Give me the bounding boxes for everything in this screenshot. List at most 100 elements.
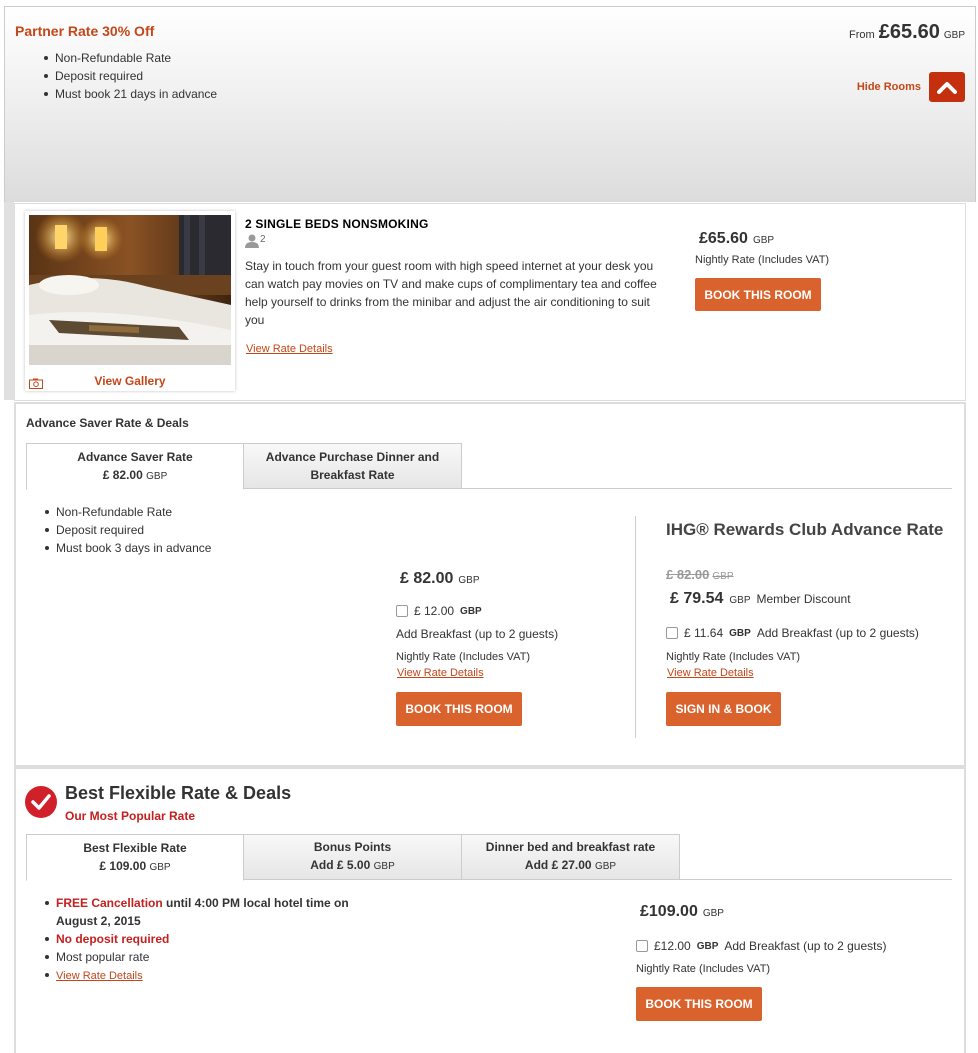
tab-label: Dinner bed and breakfast rate: [485, 840, 656, 854]
partner-rate-title: Partner Rate 30% Off: [15, 23, 155, 39]
currency-label: GBP: [696, 940, 719, 952]
list-item: Deposit required: [39, 67, 217, 85]
view-rate-details-link[interactable]: View Rate Details: [397, 667, 484, 679]
occupancy-count: 2: [260, 234, 266, 245]
breakfast-option: £12.00 GBP Add Breakfast (up to 2 guests…: [636, 939, 886, 953]
partner-rate-bullets: Non-Refundable Rate Deposit required Mus…: [39, 49, 217, 103]
rate-tabs: Best Flexible Rate £ 109.00 GBP Bonus Po…: [26, 834, 952, 881]
divider: [635, 516, 636, 738]
room-title: 2 SINGLE BEDS NONSMOKING: [245, 217, 429, 231]
nightly-rate-note: Nightly Rate (Includes VAT): [666, 651, 801, 663]
view-rate-details-link[interactable]: View Rate Details: [246, 343, 333, 355]
breakfast-checkbox[interactable]: [666, 627, 678, 639]
section-title: Advance Saver Rate & Deals: [26, 416, 189, 430]
panel-edge: [4, 202, 14, 400]
breakfast-label: Add Breakfast (up to 2 guests): [396, 627, 559, 641]
tab-label: Bonus Points: [313, 840, 392, 854]
list-item: Must book 3 days in advance: [40, 539, 211, 557]
person-icon: [245, 234, 259, 248]
currency-label: GBP: [752, 235, 775, 246]
breakfast-label: Add Breakfast (up to 2 guests): [724, 939, 887, 953]
advance-price: £ 82.00 GBP: [400, 570, 480, 588]
free-cancellation: FREE Cancellation: [56, 896, 163, 910]
tab-label: Advance Purchase Dinner and Breakfast Ra…: [265, 450, 440, 482]
tab-label: Advance Saver Rate: [77, 449, 193, 464]
room-description: Stay in touch from your guest room with …: [245, 259, 657, 327]
tab-label: Best Flexible Rate: [83, 840, 187, 855]
tab-price: £ 109.00 GBP: [99, 858, 171, 873]
tab-advance-purchase-dinner[interactable]: Advance Purchase Dinner and Breakfast Ra…: [243, 443, 462, 489]
breakfast-checkbox[interactable]: [396, 605, 408, 617]
check-badge: [25, 786, 57, 818]
member-price: £ 79.54 GBP Member Discount: [670, 590, 851, 608]
no-deposit: No deposit required: [56, 932, 170, 946]
tab-price: Add £ 5.00 GBP: [310, 858, 395, 872]
currency-label: GBP: [943, 30, 965, 41]
list-item: Deposit required: [40, 521, 211, 539]
breakfast-price: £12.00: [654, 939, 691, 953]
section-title: Best Flexible Rate & Deals: [65, 783, 292, 803]
from-label: From: [849, 29, 875, 41]
list-item: View Rate Details: [40, 966, 360, 985]
chevron-up-icon: [937, 82, 957, 94]
ihg-rate-title: IHG® Rewards Club Advance Rate: [666, 520, 944, 539]
tab-best-flexible[interactable]: Best Flexible Rate £ 109.00 GBP: [26, 834, 244, 881]
list-item: Most popular rate: [40, 948, 360, 966]
nightly-rate-note: Nightly Rate (Includes VAT): [396, 651, 531, 663]
partner-rate-panel: Partner Rate 30% Off Non-Refundable Rate…: [4, 6, 976, 202]
breakfast-price: £ 11.64: [684, 626, 724, 640]
breakfast-option: £ 12.00 GBP: [396, 604, 482, 618]
breakfast-option: £ 11.64 GBP Add Breakfast (up to 2 guest…: [666, 626, 919, 640]
sign-in-book-button[interactable]: SIGN IN & BOOK: [666, 692, 781, 726]
view-rate-details-link[interactable]: View Rate Details: [667, 667, 754, 679]
price-amount: £ 82.00: [400, 570, 454, 587]
list-item: Must book 21 days in advance: [39, 85, 217, 103]
currency-label: GBP: [729, 595, 751, 606]
list-item: No deposit required: [40, 930, 360, 948]
tab-price: Add £ 27.00 GBP: [524, 858, 617, 872]
hide-rooms-button[interactable]: [929, 72, 965, 102]
rate-tabs: Advance Saver Rate £ 82.00 GBP Advance P…: [26, 443, 952, 490]
hide-rooms-toggle[interactable]: Hide Rooms: [857, 72, 965, 102]
room-photo[interactable]: [29, 215, 231, 365]
hide-rooms-label[interactable]: Hide Rooms: [857, 81, 921, 93]
tab-bonus-points[interactable]: Bonus Points Add £ 5.00 GBP: [243, 834, 462, 880]
camera-icon: [29, 378, 43, 389]
book-room-button[interactable]: BOOK THIS ROOM: [636, 987, 762, 1021]
price-amount: £65.60: [699, 230, 748, 247]
currency-label: GBP: [458, 575, 480, 586]
view-gallery-link[interactable]: View Gallery: [25, 374, 235, 389]
nightly-rate-note: Nightly Rate (Includes VAT): [636, 963, 771, 975]
breakfast-price: £ 12.00: [414, 604, 455, 618]
room-price: £65.60 GBP: [699, 230, 774, 248]
from-price: From £65.60 GBP: [849, 21, 965, 44]
tab-dinner-bed-breakfast[interactable]: Dinner bed and breakfast rate Add £ 27.0…: [461, 834, 680, 880]
price-amount: £ 79.54: [670, 590, 724, 607]
currency-label: GBP: [702, 908, 724, 919]
book-room-button[interactable]: BOOK THIS ROOM: [396, 692, 522, 726]
book-room-button[interactable]: BOOK THIS ROOM: [695, 278, 821, 311]
advance-rate-bullets: Non-Refundable Rate Deposit required Mus…: [40, 503, 211, 557]
checkmark-icon: [31, 794, 51, 810]
currency-label: GBP: [729, 627, 751, 639]
room-thumbnail[interactable]: View Gallery: [25, 211, 235, 391]
from-amount: £65.60: [878, 21, 940, 43]
flexible-rate-bullets: FREE Cancellation until 4:00 PM local ho…: [40, 894, 360, 985]
currency-label: GBP: [460, 605, 482, 617]
list-item: Non-Refundable Rate: [39, 49, 217, 67]
member-discount-label: Member Discount: [756, 592, 851, 606]
breakfast-label: Add Breakfast (up to 2 guests): [756, 626, 919, 640]
tab-advance-saver[interactable]: Advance Saver Rate £ 82.00 GBP: [26, 443, 244, 490]
price-amount: £109.00: [640, 903, 698, 920]
section-subtitle: Our Most Popular Rate: [65, 809, 196, 823]
tab-price: £ 82.00 GBP: [102, 467, 168, 482]
occupancy: 2: [245, 234, 266, 248]
nightly-rate-note: Nightly Rate (Includes VAT): [695, 254, 830, 266]
advance-saver-section: Advance Saver Rate & Deals Advance Saver…: [14, 402, 966, 767]
list-item: FREE Cancellation until 4:00 PM local ho…: [40, 894, 360, 930]
view-rate-details-link[interactable]: View Rate Details: [56, 970, 143, 982]
room-card: View Gallery 2 SINGLE BEDS NONSMOKING 2 …: [14, 203, 966, 401]
list-item: Non-Refundable Rate: [40, 503, 211, 521]
view-gallery-label[interactable]: View Gallery: [94, 374, 165, 388]
breakfast-checkbox[interactable]: [636, 940, 648, 952]
